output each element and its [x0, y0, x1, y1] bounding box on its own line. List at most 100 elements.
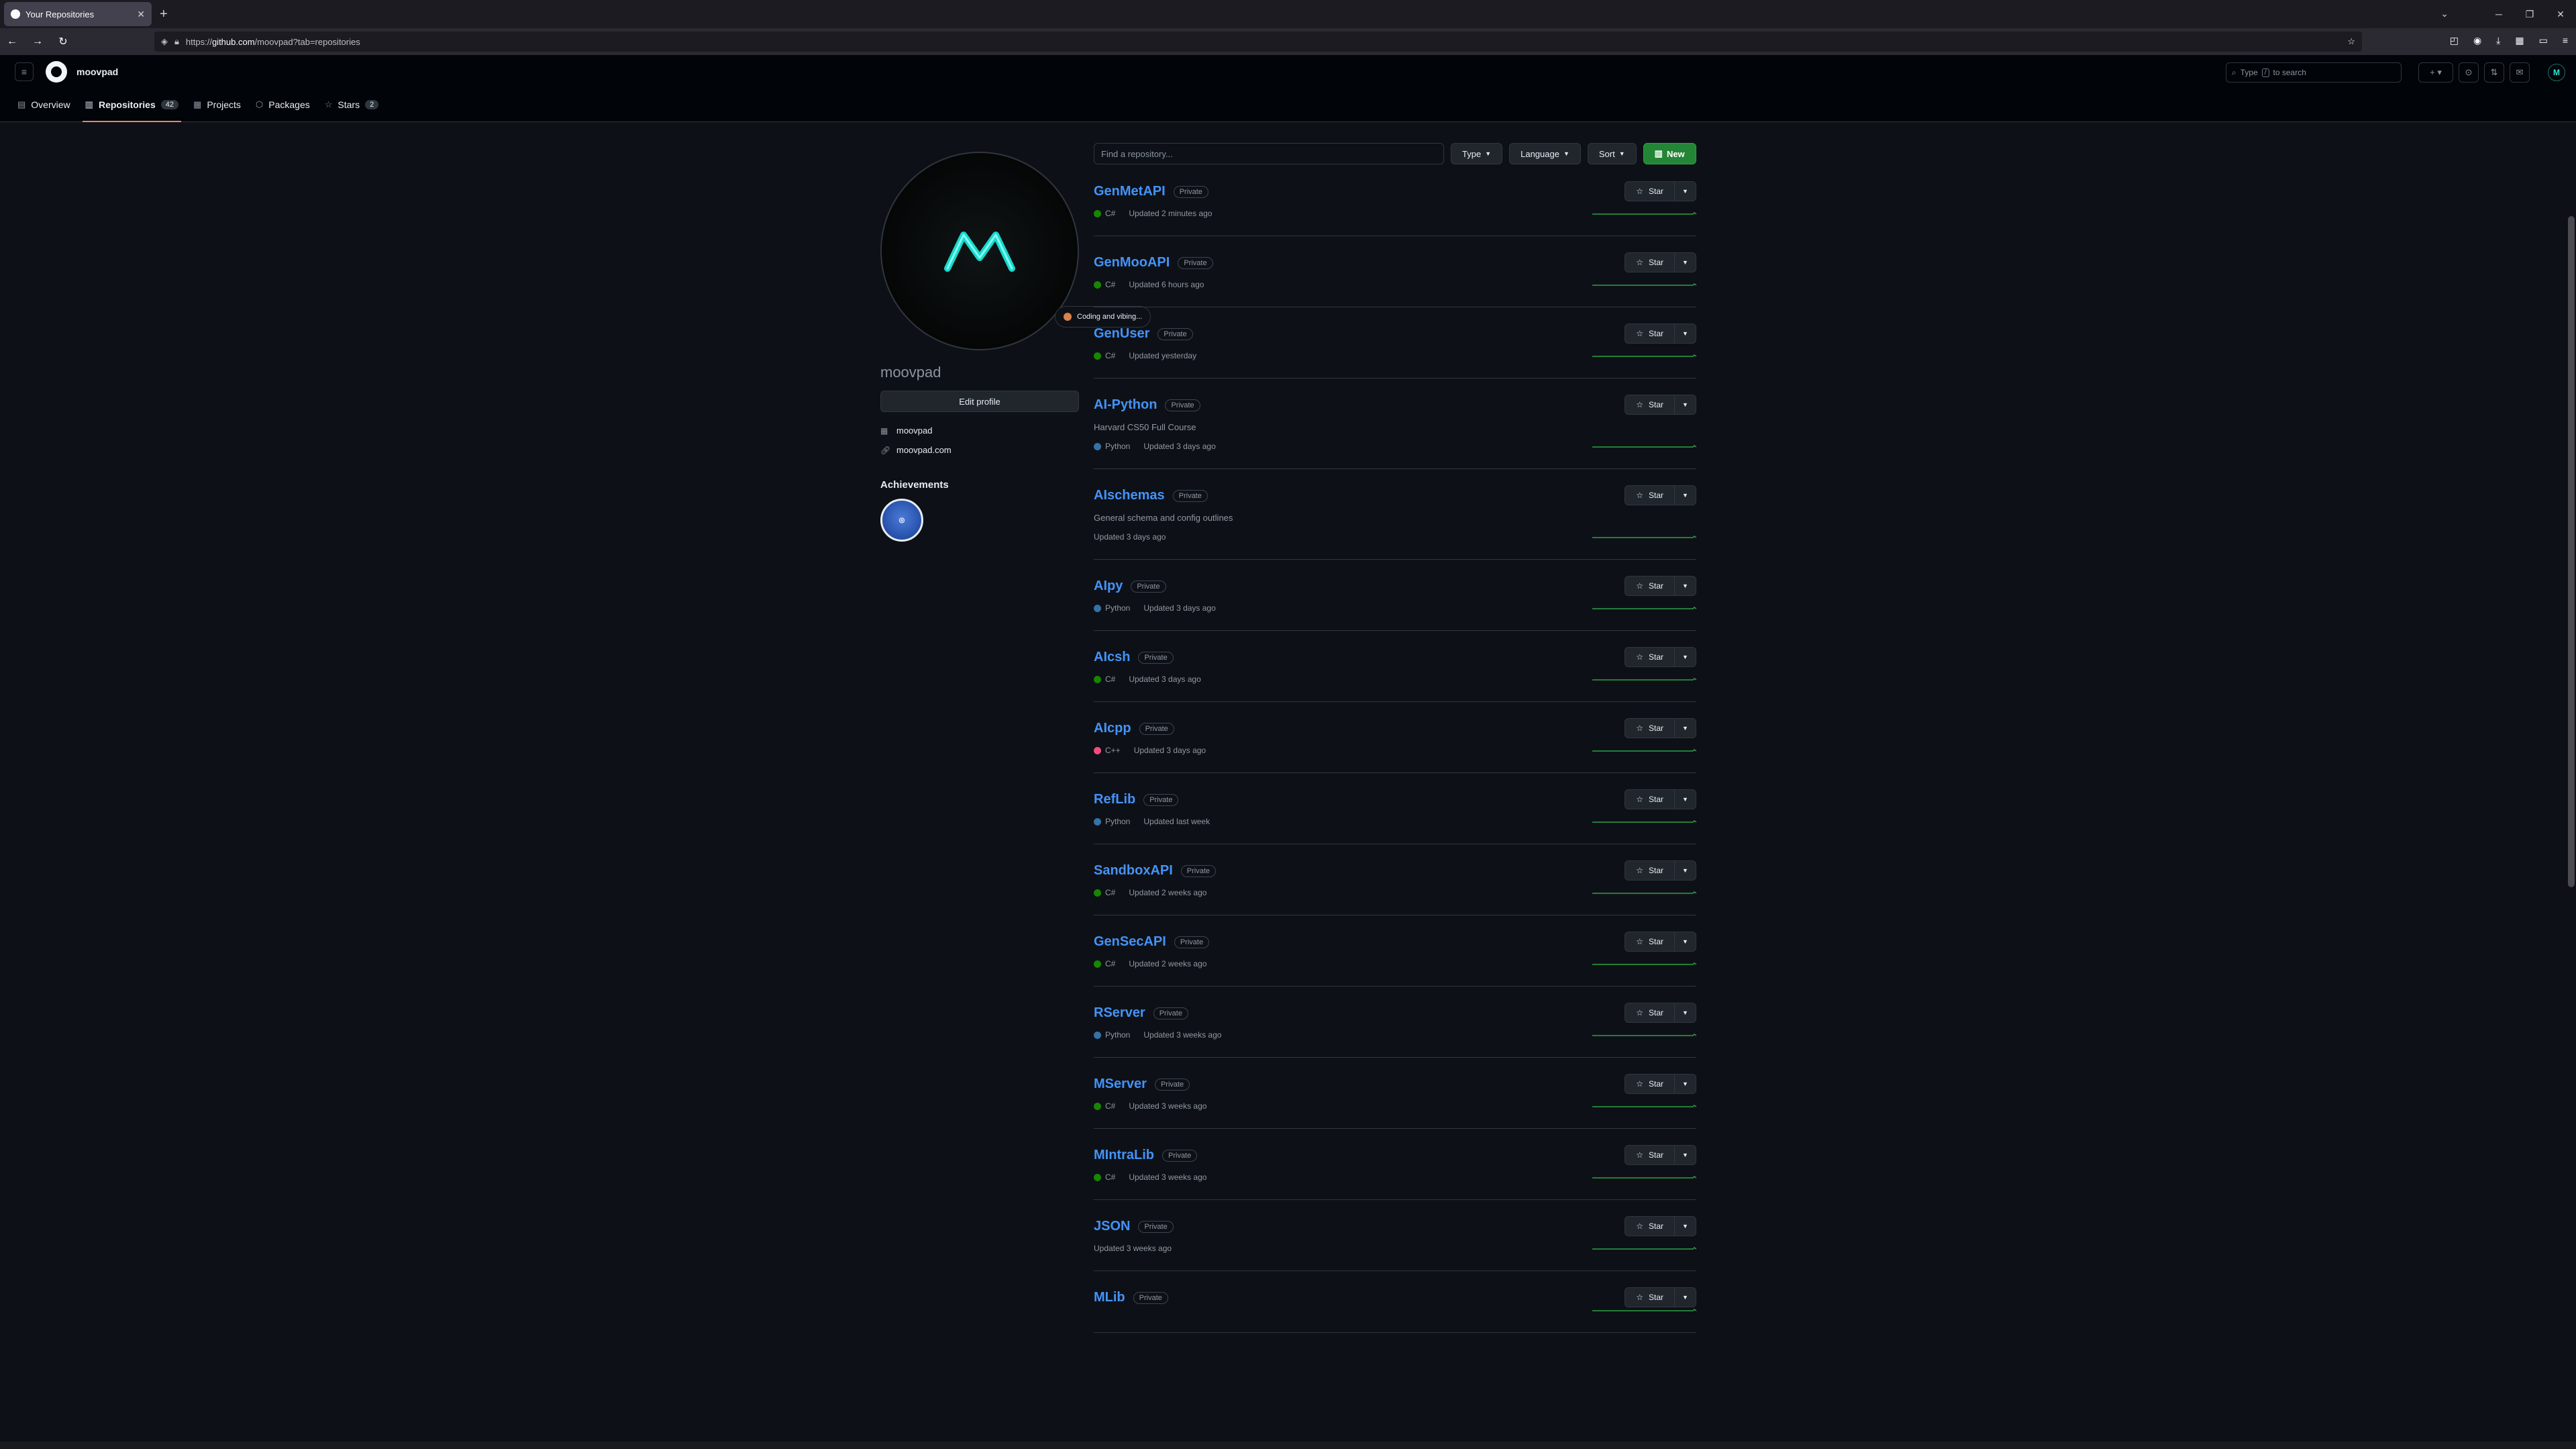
star-list-dropdown[interactable]: ▼ [1675, 718, 1696, 738]
star-list-dropdown[interactable]: ▼ [1675, 323, 1696, 344]
star-button[interactable]: ☆ Star [1625, 860, 1675, 881]
repo-name-link[interactable]: GenUser [1094, 326, 1149, 342]
visibility-badge: Private [1133, 1291, 1168, 1304]
repo-name-link[interactable]: RefLib [1094, 792, 1135, 807]
star-button[interactable]: ☆ Star [1625, 789, 1675, 809]
star-button[interactable]: ☆ Star [1625, 323, 1675, 344]
star-button[interactable]: ☆ Star [1625, 252, 1675, 272]
search-input[interactable]: ⌕ Type / to search [2226, 62, 2402, 83]
star-button[interactable]: ☆ Star [1625, 1074, 1675, 1094]
pocket-icon[interactable]: ◰ [2450, 35, 2459, 46]
extensions-icon[interactable]: ▦ [2515, 35, 2524, 46]
star-button[interactable]: ☆ Star [1625, 395, 1675, 415]
profile-avatar[interactable]: Coding and vibing... [880, 152, 1151, 350]
star-list-dropdown[interactable]: ▼ [1675, 1074, 1696, 1094]
visibility-badge: Private [1165, 399, 1200, 411]
star-list-dropdown[interactable]: ▼ [1675, 1003, 1696, 1023]
tab-overview[interactable]: ▤ Overview [15, 88, 73, 121]
star-list-dropdown[interactable]: ▼ [1675, 576, 1696, 596]
repo-name-link[interactable]: GenSecAPI [1094, 934, 1166, 950]
star-control: ☆ Star ▼ [1625, 395, 1696, 415]
lock-icon[interactable]: 🔒︎ [174, 36, 179, 47]
star-list-dropdown[interactable]: ▼ [1675, 252, 1696, 272]
back-icon[interactable]: ← [5, 36, 19, 48]
tab-stars[interactable]: ☆ Stars 2 [322, 88, 381, 121]
star-button[interactable]: ☆ Star [1625, 576, 1675, 596]
issues-icon[interactable]: ⊙ [2459, 62, 2479, 83]
extension-icon[interactable]: ◉ [2473, 35, 2481, 46]
repo-name-link[interactable]: AIschemas [1094, 488, 1165, 503]
tab-packages[interactable]: ⬡ Packages [253, 88, 313, 121]
new-repository-button[interactable]: ▥ New [1643, 143, 1696, 164]
bookmark-star-icon[interactable]: ☆ [2347, 36, 2355, 47]
page-scrollbar[interactable] [2568, 216, 2575, 887]
star-list-dropdown[interactable]: ▼ [1675, 181, 1696, 201]
find-repository-input[interactable]: Find a repository... [1094, 143, 1444, 164]
tab-repositories[interactable]: ▥ Repositories 42 [82, 88, 182, 122]
user-avatar[interactable]: M [2548, 64, 2565, 81]
star-list-dropdown[interactable]: ▼ [1675, 395, 1696, 415]
star-button[interactable]: ☆ Star [1625, 718, 1675, 738]
language-filter-button[interactable]: Language ▼ [1509, 143, 1581, 164]
repo-name-link[interactable]: SandboxAPI [1094, 863, 1173, 879]
new-tab-icon[interactable]: + [160, 7, 168, 22]
repo-updated: Updated 3 days ago [1129, 674, 1201, 684]
repo-name-link[interactable]: GenMetAPI [1094, 184, 1166, 199]
shield-icon[interactable]: ◈ [161, 36, 168, 47]
close-window-icon[interactable]: ✕ [2545, 9, 2576, 20]
tab-projects[interactable]: ▦ Projects [191, 88, 244, 121]
profile-website[interactable]: 🔗︎ moovpad.com [880, 445, 1079, 455]
folder-icon[interactable]: ▭ [2539, 35, 2548, 46]
star-list-dropdown[interactable]: ▼ [1675, 647, 1696, 667]
github-logo-icon[interactable] [46, 61, 67, 83]
star-list-dropdown[interactable]: ▼ [1675, 789, 1696, 809]
inbox-icon[interactable]: ✉ [2510, 62, 2530, 83]
star-list-dropdown[interactable]: ▼ [1675, 932, 1696, 952]
edit-profile-button[interactable]: Edit profile [880, 391, 1079, 412]
minimize-icon[interactable]: ─ [2483, 9, 2514, 19]
star-button[interactable]: ☆ Star [1625, 181, 1675, 201]
repo-name-link[interactable]: AIcpp [1094, 721, 1131, 736]
pull-requests-icon[interactable]: ⇅ [2484, 62, 2504, 83]
downloads-icon[interactable]: ⤓ [2496, 35, 2500, 46]
header-username[interactable]: moovpad [76, 66, 118, 77]
search-shortcut-key: / [2261, 68, 2269, 77]
sort-button[interactable]: Sort ▼ [1587, 143, 1637, 164]
reload-icon[interactable]: ↻ [56, 35, 70, 48]
repo-name-link[interactable]: AI-Python [1094, 397, 1157, 413]
repo-name-link[interactable]: MIntraLib [1094, 1148, 1154, 1163]
activity-sparkline [1592, 607, 1696, 609]
language-color-icon [1094, 209, 1101, 217]
menu-icon[interactable]: ≡ [2563, 35, 2568, 46]
url-bar[interactable]: ◈ 🔒︎ https://github.com/moovpad?tab=repo… [154, 32, 2362, 52]
star-button[interactable]: ☆ Star [1625, 647, 1675, 667]
repo-name-link[interactable]: AIpy [1094, 579, 1123, 594]
repo-name-link[interactable]: JSON [1094, 1219, 1130, 1234]
create-new-icon[interactable]: + ▾ [2418, 62, 2453, 83]
star-button[interactable]: ☆ Star [1625, 1003, 1675, 1023]
star-list-dropdown[interactable]: ▼ [1675, 1216, 1696, 1236]
achievements-title[interactable]: Achievements [880, 479, 1079, 491]
star-button[interactable]: ☆ Star [1625, 485, 1675, 505]
repo-name-link[interactable]: AIcsh [1094, 650, 1130, 665]
list-tabs-icon[interactable]: ⌄ [2440, 8, 2449, 19]
repo-icon: ▥ [85, 99, 93, 109]
forward-icon[interactable]: → [31, 36, 44, 48]
repo-name-link[interactable]: RServer [1094, 1005, 1145, 1021]
star-list-dropdown[interactable]: ▼ [1675, 860, 1696, 881]
close-tab-icon[interactable]: ✕ [137, 9, 145, 20]
star-button[interactable]: ☆ Star [1625, 1145, 1675, 1165]
repo-name-link[interactable]: MServer [1094, 1077, 1147, 1092]
repo-name-link[interactable]: MLib [1094, 1290, 1125, 1305]
browser-tab[interactable]: Your Repositories ✕ [4, 2, 152, 26]
star-button[interactable]: ☆ Star [1625, 932, 1675, 952]
star-button[interactable]: ☆ Star [1625, 1216, 1675, 1236]
hamburger-menu-icon[interactable]: ≡ [15, 62, 34, 81]
repo-name-link[interactable]: GenMooAPI [1094, 255, 1170, 270]
url-text[interactable]: https://github.com/moovpad?tab=repositor… [186, 37, 2340, 47]
type-filter-button[interactable]: Type ▼ [1451, 143, 1503, 164]
star-list-dropdown[interactable]: ▼ [1675, 485, 1696, 505]
achievement-badge-icon[interactable]: ◎ [880, 499, 923, 542]
star-list-dropdown[interactable]: ▼ [1675, 1145, 1696, 1165]
maximize-icon[interactable]: ❐ [2514, 9, 2545, 20]
